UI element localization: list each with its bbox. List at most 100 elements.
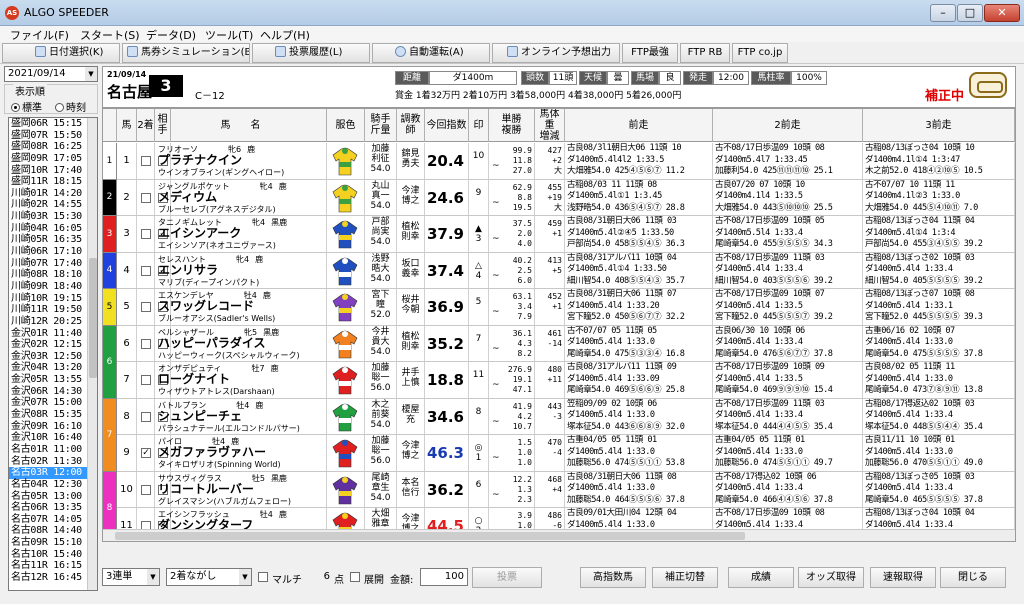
race-list-item[interactable]: 盛岡11R 18:15 [9,176,97,188]
menu-data[interactable]: データ(D) [146,27,196,43]
get-news-button[interactable]: 速報取得 [870,567,936,588]
radio-standard[interactable]: 標準 [11,99,42,114]
scroll-thumb[interactable] [115,532,745,540]
table-row[interactable]: 5 エスケンデレヤ 牡4 鹿スワッグレコード ブルーオアシス(Sadler's Well… [117,289,1015,326]
second-last-race-line[interactable]: 古不08/17日歩温09 11頭 03 [713,399,862,411]
table-row[interactable]: 1 フリオーソ 牝6 鹿プラチナクイン ウインオブライン(ギングヘイロー) 加藤 利征 5… [117,143,1015,180]
ftp-rb-button[interactable]: FTP RB [680,43,730,63]
second-last-race-line[interactable]: 古不08/17日歩温09 10頭 08 [713,508,862,520]
vote-button[interactable]: 投票 [472,567,542,588]
third-last-race-line[interactable]: 古稲08/13ぼっさ07 10頭 08 [863,289,1014,301]
col-header-number[interactable]: 馬 [117,109,137,142]
scroll-thumb[interactable] [89,258,97,378]
race-list-item[interactable]: 名古11R 16:15 [9,560,97,572]
race-list-item[interactable]: 名古09R 15:10 [9,537,97,549]
race-list-item[interactable]: 名古01R 11:00 [9,444,97,456]
last-race-line[interactable]: 古良08/31アルバ11 10頭 04 [565,253,712,265]
second-last-race-line[interactable]: 古不08/17日歩温09 10頭 07 [713,289,862,301]
prediction-mark[interactable] [469,472,488,480]
race-list[interactable]: 盛岡06R 15:15 盛岡07R 15:50 盛岡08R 16:25 盛岡09R 1… [8,117,98,591]
last-race-line[interactable]: 古良08/3l1朝日大06 11頭 10 [565,143,712,155]
race-list-item[interactable]: 盛岡09R 17:05 [9,153,97,165]
col-header-odds[interactable]: 単勝 複勝 [489,109,535,142]
race-list-item[interactable]: 盛岡06R 15:15 [9,118,97,130]
ftp-saikyo-button[interactable]: FTP最強 [622,43,678,63]
second-checkbox[interactable]: ✓ [141,448,151,458]
table-row[interactable]: 7 オンザデピュティ 牡7 鹿ローグナイト ウィザウトアトレス(Darshaan) 加藤 … [117,362,1015,399]
prediction-mark[interactable]: ▲ [469,216,488,234]
last-race-line[interactable]: 古良08/31アルバ11 11頭 09 [565,362,712,374]
date-select-button[interactable]: 日付選択(K) [2,43,120,63]
third-last-race-line[interactable]: 古稲08/13ぼっさ04 10頭 04 [863,508,1014,520]
bet-mode-select[interactable]: 2着ながし ▼ [166,568,252,586]
radio-time[interactable]: 時刻 [55,99,86,114]
horse-name[interactable]: ローグナイト [155,373,326,386]
second-checkbox[interactable] [141,192,151,203]
race-list-item[interactable]: 名古12R 16:45 [9,572,97,584]
close-window-button[interactable]: ✕ [984,4,1020,22]
horse-name[interactable]: プラチナクイン [155,153,326,167]
race-list-item[interactable]: 川崎11R 19:50 [9,304,97,316]
horse-name[interactable]: シュンピーチェ [155,409,326,423]
race-list-item[interactable]: 金沢06R 14:30 [9,386,97,398]
table-row[interactable]: 8 バトルプラン 牡4 鹿シュンピーチェ パラシュナテール(エルコンドルパサー) 木之 前… [117,398,1015,435]
race-list-item[interactable]: 金沢03R 12:50 [9,351,97,363]
race-list-item[interactable]: 川崎01R 14:20 [9,188,97,200]
col-header-horse-name[interactable]: 馬 名 [155,109,327,142]
second-checkbox[interactable] [141,338,151,349]
ftp-cojp-button[interactable]: FTP co.jp [732,43,788,63]
third-last-race-line[interactable]: 古良11/11 10 10頭 01 [863,435,1014,447]
col-header-trainer[interactable]: 調教 師 [397,109,425,142]
horse-name-text[interactable]: リコートルーバー [158,482,254,496]
second-last-race-line[interactable]: 古不08/17日歩温09 10頭 08 [713,143,862,155]
race-list-item[interactable]: 金沢01R 11:40 [9,328,97,340]
race-list-item[interactable]: 金沢04R 13:20 [9,362,97,374]
table-row[interactable]: 3 ✓ タニノギムレット 牝4 黒鹿 エイシンアーク エイシンソア(ネオユニヴァース) 戸部 … [117,216,1015,253]
race-list-item[interactable]: 川崎12R 20:25 [9,316,97,328]
vote-history-button[interactable]: 投票履歴(L) [252,43,370,63]
menu-help[interactable]: ヘルプ(H) [260,27,310,43]
race-list-item[interactable]: 盛岡10R 17:40 [9,165,97,177]
race-list-item[interactable]: 金沢08R 15:35 [9,409,97,421]
col-header-last1[interactable]: 前走 [565,109,713,142]
second-last-race-line[interactable]: 古不08/17日歩温09 10頭 05 [713,216,862,228]
second-last-race-line[interactable]: 古重04/05 05 11頭 01 [713,435,862,447]
jockey-weight[interactable]: 加藤 利征 54.0 [365,143,396,174]
race-list-scrollbar[interactable] [87,118,97,590]
table-row[interactable]: 4 ✓ セレスハント 牝4 鹿エンリサラ マリブ(ディープインパクト) 浅野 晧大 54.0… [117,252,1015,289]
spread-checkbox[interactable] [350,572,360,582]
menu-tools[interactable]: ツール(T) [205,27,253,43]
horizontal-scrollbar[interactable] [103,529,1015,541]
horse-name-text[interactable]: プラチナクイン [158,153,242,167]
amount-input[interactable]: 100 [420,568,468,586]
prediction-mark[interactable]: △ [469,253,488,271]
horse-name-text[interactable]: シュンピーチェ [158,409,242,423]
second-checkbox[interactable] [141,229,151,239]
horse-name-text[interactable]: メガファラヴァハー [158,445,266,459]
third-last-race-line[interactable]: 古不07/07 10 11頭 11 [863,180,1014,192]
last-race-line[interactable]: 古不07/07 05 11頭 05 [565,326,712,338]
last-race-line[interactable]: 古良09/01大田川04 12頭 04 [565,508,712,520]
race-list-item[interactable]: 川崎07R 17:40 [9,258,97,270]
jockey-weight[interactable]: 浅野 晧大 54.0 [365,253,396,284]
race-list-item[interactable]: 川崎04R 16:05 [9,223,97,235]
horse-name-text[interactable]: ハッピーパラダイス [158,336,266,350]
race-list-item[interactable]: 名古05R 13:00 [9,491,97,503]
results-button[interactable]: 成績 [728,567,794,588]
second-checkbox[interactable] [141,265,151,276]
race-list-item[interactable]: 金沢07R 15:00 [9,397,97,409]
jockey-weight[interactable]: 戸部 尚実 54.0 [365,216,396,247]
table-row[interactable]: 2 ジャングルポケット 牝4 鹿メディウム ブルーセレブ(アグネスデジタル) 丸山 真一 … [117,179,1015,216]
horse-name[interactable]: メガファラヴァハー [155,445,326,459]
col-header-mark[interactable]: 印 [469,109,489,142]
prediction-mark[interactable] [469,289,488,297]
last-race-line[interactable]: 古良08/31朝日大06 11頭 03 [565,216,712,228]
second-last-race-line[interactable]: 古不08/17得込02 10頭 06 [713,472,862,484]
horse-name[interactable]: エイシンアーク [155,227,326,240]
horse-name[interactable]: メディウム [155,191,326,204]
race-list-item[interactable]: 川崎06R 17:10 [9,246,97,258]
race-list-item[interactable]: 川崎02R 14:55 [9,199,97,211]
third-last-race-line[interactable]: 古稲08/13ぼっさ04 11頭 04 [863,216,1014,228]
simulation-button[interactable]: 馬券シミュレーション(B) [122,43,250,63]
online-output-button[interactable]: オンライン予想出力 [492,43,620,63]
